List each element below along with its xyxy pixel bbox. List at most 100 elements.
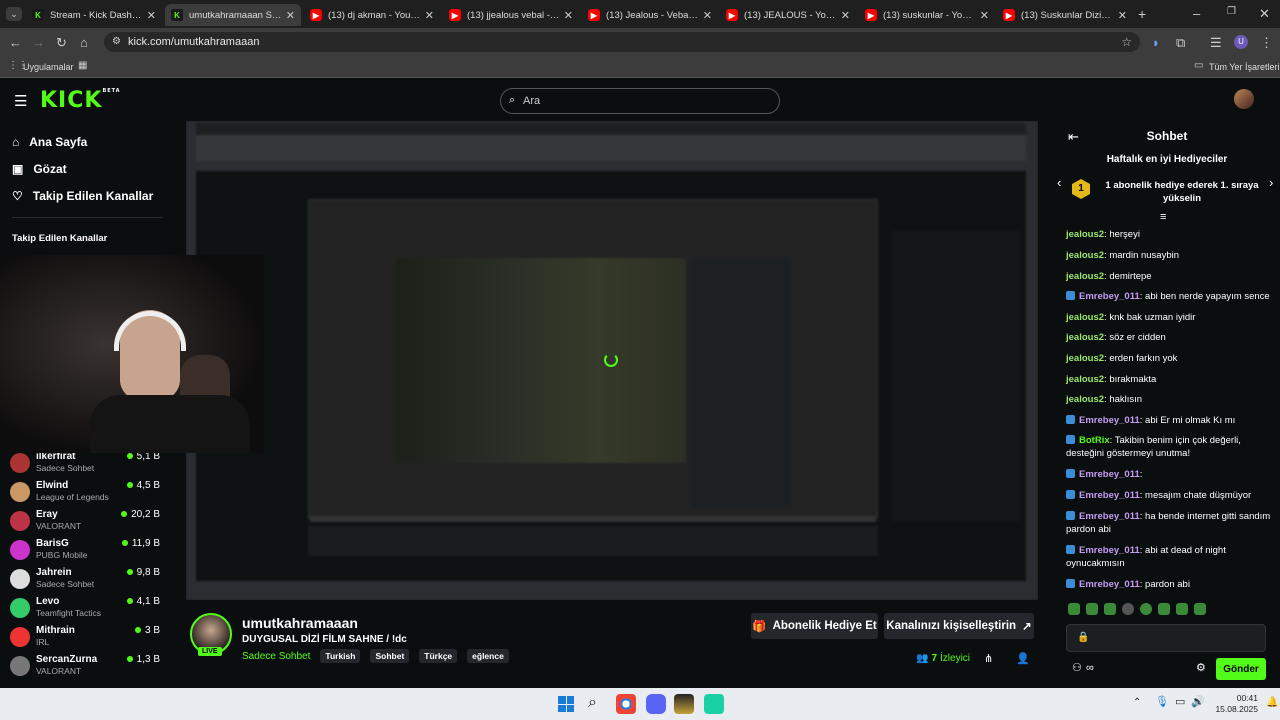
chat-username[interactable]: Emrebey_011 <box>1079 545 1140 556</box>
tab-close-icon[interactable]: ✕ <box>147 9 156 22</box>
chat-username[interactable]: jealous2 <box>1066 229 1104 240</box>
reload-icon[interactable]: ↻ <box>56 36 67 49</box>
mic-icon[interactable]: 🎙 <box>1155 697 1169 708</box>
nav-following[interactable]: ♡ Takip Edilen Kanallar <box>12 189 153 203</box>
tab-close-icon[interactable]: ✕ <box>425 9 434 22</box>
browser-tab[interactable]: ▶ (13) Jealous - Vebal - YouTu ✕ <box>582 4 718 26</box>
profile-avatar[interactable]: U <box>1234 35 1248 49</box>
follow-user-icon[interactable]: 👤 <box>1016 654 1030 665</box>
discord-icon[interactable] <box>646 694 666 714</box>
kick-logo[interactable]: KICKBETA <box>40 88 121 113</box>
browser-tab[interactable]: ▶ (13) dj akman - YouTube ✕ <box>304 4 440 26</box>
chat-username[interactable]: jealous2 <box>1066 374 1104 385</box>
nav-browse[interactable]: ▣ Gözat <box>12 162 67 176</box>
apps-link[interactable]: Uygulamalar <box>23 62 74 72</box>
emote-icon[interactable] <box>1140 603 1152 615</box>
followed-channel[interactable]: BarisG PUBG Mobile 11,9 B <box>10 538 160 566</box>
emote-icon[interactable] <box>1122 603 1134 615</box>
emote-icon[interactable] <box>1104 603 1116 615</box>
tab-close-icon[interactable]: ✕ <box>841 9 850 22</box>
customize-channel-button[interactable]: Kanalınızı kişiselleştirin ↗ <box>884 613 1034 639</box>
gift-subscription-button[interactable]: 🎁 Abonelik Hediye Et <box>751 613 878 639</box>
extension-icon[interactable]: ◗ <box>1152 36 1160 49</box>
notification-icon[interactable]: 🔔 <box>1266 698 1278 708</box>
share-icon[interactable]: ⋔ <box>984 654 993 665</box>
chat-username[interactable]: jealous2 <box>1066 271 1104 282</box>
stream-category[interactable]: Sadece Sohbet <box>242 651 310 662</box>
followed-channel[interactable]: Levo Teamfight Tactics 4,1 B <box>10 596 160 624</box>
start-icon[interactable] <box>558 696 574 712</box>
user-avatar[interactable] <box>1234 89 1254 109</box>
chat-username[interactable]: Emrebey_011 <box>1079 579 1140 590</box>
new-tab-icon[interactable]: + <box>1138 7 1146 21</box>
expand-icon[interactable]: ≡ <box>1160 212 1166 223</box>
taskbar-search-icon[interactable]: ⌕ <box>588 695 597 711</box>
back-icon[interactable]: ← <box>9 36 22 49</box>
followed-channel[interactable]: ilkerfırat Sadece Sohbet 5,1 B <box>10 451 160 479</box>
emote-icon[interactable] <box>1068 603 1080 615</box>
followed-channel[interactable]: Mithrain IRL 3 B <box>10 625 160 653</box>
stream-tag[interactable]: Türkçe <box>419 649 458 663</box>
browser-tab[interactable]: K Stream - Kick Dashboard ✕ <box>26 4 162 26</box>
close-window-icon[interactable]: ✕ <box>1259 7 1270 20</box>
chat-username[interactable]: jealous2 <box>1066 394 1104 405</box>
stream-tag[interactable]: Sohbet <box>370 649 410 663</box>
emote-icon[interactable] <box>1176 603 1188 615</box>
restore-icon[interactable]: ❐ <box>1227 7 1236 17</box>
hamburger-icon[interactable]: ☰ <box>14 94 27 109</box>
followed-channel[interactable]: Jahrein Sadece Sohbet 9,8 B <box>10 567 160 595</box>
menu-kebab-icon[interactable]: ⋮ <box>1260 36 1273 49</box>
followed-channel[interactable]: SercanZurna VALORANT 1,3 B <box>10 654 160 682</box>
browser-tab[interactable]: ▶ (13) Suskunlar Dizisinin E ✕ <box>997 4 1133 26</box>
media-icon[interactable]: ☰ <box>1210 36 1222 49</box>
chat-username[interactable]: jealous2 <box>1066 353 1104 364</box>
infinity-icon[interactable]: ∞ <box>1086 663 1094 674</box>
chrome-icon[interactable] <box>616 694 636 714</box>
stream-tag[interactable]: Turkish <box>320 649 361 663</box>
tray-chevron-icon[interactable]: ⌃ <box>1133 698 1141 708</box>
chat-username[interactable]: jealous2 <box>1066 250 1104 261</box>
chat-username[interactable]: Emrebey_011 <box>1079 415 1140 426</box>
tab-close-icon[interactable]: ✕ <box>1118 9 1127 22</box>
bookmark-star-icon[interactable]: ☆ <box>1121 35 1132 49</box>
browser-tab[interactable]: ▶ (13) JEALOUS - YouTube ✕ <box>720 4 856 26</box>
tab-close-icon[interactable]: ✕ <box>980 9 989 22</box>
minimize-icon[interactable]: – <box>1193 7 1200 20</box>
emote-icon[interactable] <box>1194 603 1206 615</box>
url-input[interactable]: ⚙ kick.com/umutkahramaaan ☆ <box>104 32 1140 52</box>
chat-username[interactable]: Emrebey_011 <box>1079 511 1140 522</box>
emote-icon[interactable] <box>1158 603 1170 615</box>
prev-icon[interactable]: ‹ <box>1057 176 1061 189</box>
next-icon[interactable]: › <box>1269 176 1273 189</box>
forward-icon[interactable]: → <box>32 36 45 49</box>
chat-input[interactable]: 🔒 <box>1066 624 1266 652</box>
stream-tag[interactable]: eğlence <box>467 649 509 663</box>
chat-username[interactable]: Emrebey_011 <box>1079 291 1140 302</box>
app-icon[interactable] <box>674 694 694 714</box>
send-button[interactable]: Gönder <box>1216 658 1266 680</box>
site-info-icon[interactable]: ⚙ <box>112 36 121 47</box>
chat-username[interactable]: BotRix <box>1079 435 1110 446</box>
chat-username[interactable]: Emrebey_011 <box>1079 490 1140 501</box>
volume-icon[interactable]: 🔊 <box>1191 697 1205 708</box>
followed-channel[interactable]: Eray VALORANT 20,2 B <box>10 509 160 537</box>
home-browser-icon[interactable]: ⌂ <box>80 36 88 49</box>
chat-username[interactable]: jealous2 <box>1066 312 1104 323</box>
app-icon-2[interactable] <box>704 694 724 714</box>
tab-close-icon[interactable]: ✕ <box>564 9 573 22</box>
video-player[interactable] <box>186 121 1038 600</box>
emote-icon[interactable] <box>1086 603 1098 615</box>
tab-close-icon[interactable]: ✕ <box>703 9 712 22</box>
all-bookmarks-link[interactable]: Tüm Yer İşaretleri <box>1209 62 1280 72</box>
tab-search-icon[interactable]: ⌄ <box>6 7 22 21</box>
extensions-icon[interactable]: ⧉ <box>1176 36 1185 49</box>
tab-groups-icon[interactable]: ▦ <box>78 61 87 71</box>
search-input[interactable]: ⌕ Ara <box>500 88 780 114</box>
nav-home[interactable]: ⌂ Ana Sayfa <box>12 135 87 149</box>
network-icon[interactable]: ▭ <box>1175 697 1185 708</box>
followed-channel[interactable]: Elwind League of Legends 4,5 B <box>10 480 160 508</box>
chat-username[interactable]: jealous2 <box>1066 332 1104 343</box>
browser-tab[interactable]: Kumutkahramaaan Stream ✕ <box>165 4 301 26</box>
settings-gear-icon[interactable]: ⚙ <box>1196 663 1206 674</box>
tab-close-icon[interactable]: ✕ <box>286 9 295 22</box>
